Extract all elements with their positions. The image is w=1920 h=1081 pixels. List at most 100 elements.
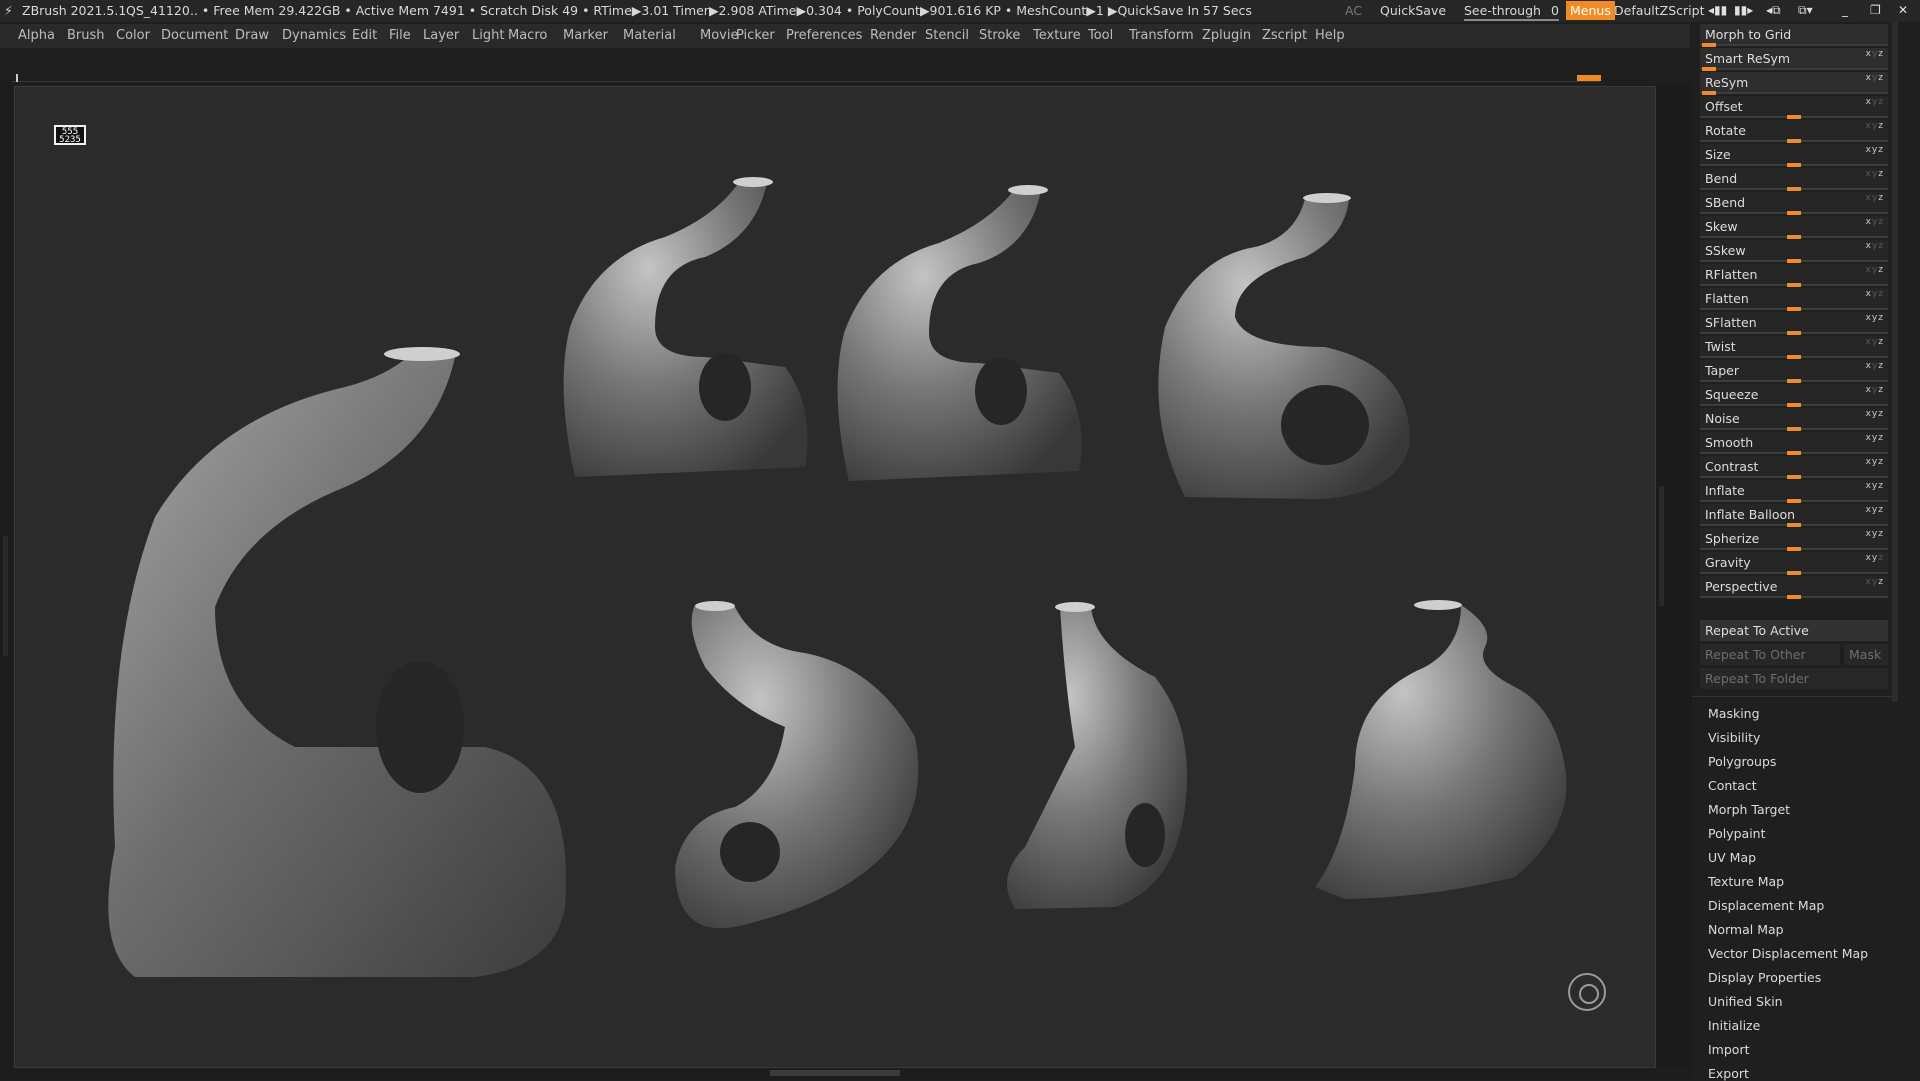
deformer-slider-knob[interactable]: [1787, 163, 1801, 167]
subpalette-normal-map[interactable]: Normal Map: [1708, 922, 1784, 937]
deformer-slider-knob[interactable]: [1787, 283, 1801, 287]
close-icon[interactable]: ✕: [1898, 3, 1908, 17]
deformer-rotate[interactable]: Rotate xyz: [1700, 120, 1888, 143]
deformer-slider-knob[interactable]: [1787, 355, 1801, 359]
deformer-slider-knob[interactable]: [1787, 547, 1801, 551]
repeat-to-other-button[interactable]: Repeat To Other: [1700, 644, 1840, 665]
menus-toggle[interactable]: Menus: [1566, 1, 1615, 20]
deformer-inflate[interactable]: Inflate xyz: [1700, 480, 1888, 503]
deformer-slider-knob[interactable]: [1787, 499, 1801, 503]
deformer-sbend[interactable]: SBend xyz: [1700, 192, 1888, 215]
menu-brush[interactable]: Brush: [67, 28, 105, 43]
menu-layer[interactable]: Layer: [423, 28, 459, 43]
deformer-slider-knob[interactable]: [1787, 571, 1801, 575]
subpalette-initialize[interactable]: Initialize: [1708, 1018, 1760, 1033]
subpalette-masking[interactable]: Masking: [1708, 706, 1760, 721]
panel-scrollbar[interactable]: [1892, 22, 1898, 702]
navigation-gizmo-icon[interactable]: [1568, 973, 1606, 1011]
deformer-skew[interactable]: Skew xyz: [1700, 216, 1888, 239]
subpalette-morph-target[interactable]: Morph Target: [1708, 802, 1790, 817]
deformer-bend[interactable]: Bend xyz: [1700, 168, 1888, 191]
layout-next-icon[interactable]: ▮▮▸: [1734, 3, 1753, 17]
menu-color[interactable]: Color: [116, 28, 150, 43]
deformer-slider-knob[interactable]: [1787, 595, 1801, 599]
axis-toggle-icon[interactable]: xyz: [1866, 97, 1884, 107]
axis-toggle-icon[interactable]: xyz: [1866, 409, 1884, 419]
axis-toggle-icon[interactable]: xyz: [1866, 121, 1884, 131]
subpalette-polygroups[interactable]: Polygroups: [1708, 754, 1776, 769]
menu-transform[interactable]: Transform: [1129, 28, 1194, 43]
left-tray-handle[interactable]: [3, 536, 8, 656]
deformer-slider-knob[interactable]: [1787, 451, 1801, 455]
deformer-slider-knob[interactable]: [1787, 307, 1801, 311]
axis-toggle-icon[interactable]: xyz: [1866, 385, 1884, 395]
deformer-slider-knob[interactable]: [1787, 259, 1801, 263]
deformer-noise[interactable]: Noise xyz: [1700, 408, 1888, 431]
subpalette-import[interactable]: Import: [1708, 1042, 1750, 1057]
menu-draw[interactable]: Draw: [235, 28, 269, 43]
deformer-inflate-balloon[interactable]: Inflate Balloon xyz: [1700, 504, 1888, 527]
deformer-slider-knob[interactable]: [1787, 475, 1801, 479]
subpalette-texture-map[interactable]: Texture Map: [1708, 874, 1784, 889]
repeat-to-folder-button[interactable]: Repeat To Folder: [1700, 668, 1888, 689]
menu-light[interactable]: Light: [472, 28, 504, 43]
menu-tool[interactable]: Tool: [1088, 28, 1113, 43]
deformer-slider-knob[interactable]: [1787, 187, 1801, 191]
menu-picker[interactable]: Picker: [736, 28, 775, 43]
menu-edit[interactable]: Edit: [352, 28, 377, 43]
subpalette-visibility[interactable]: Visibility: [1708, 730, 1760, 745]
mesh-bottom-2[interactable]: [1007, 602, 1187, 909]
subpalette-unified-skin[interactable]: Unified Skin: [1708, 994, 1783, 1009]
menu-zscript[interactable]: Zscript: [1262, 28, 1307, 43]
deformer-perspective[interactable]: Perspective xyz: [1700, 576, 1888, 599]
menu-preferences[interactable]: Preferences: [786, 28, 862, 43]
axis-toggle-icon[interactable]: xyz: [1866, 577, 1884, 587]
axis-toggle-icon[interactable]: xyz: [1866, 49, 1884, 59]
menu-stroke[interactable]: Stroke: [979, 28, 1020, 43]
deformer-slider-knob[interactable]: [1787, 523, 1801, 527]
axis-toggle-icon[interactable]: xyz: [1866, 265, 1884, 275]
menu-stencil[interactable]: Stencil: [925, 28, 969, 43]
menu-movie[interactable]: Movie: [700, 28, 738, 43]
axis-toggle-icon[interactable]: xyz: [1866, 145, 1884, 155]
mesh-top-3[interactable]: [1158, 193, 1410, 499]
subpalette-display-properties[interactable]: Display Properties: [1708, 970, 1821, 985]
menu-alpha[interactable]: Alpha: [18, 28, 55, 43]
canvas-viewport[interactable]: 555 5235: [14, 86, 1656, 1068]
deformer-taper[interactable]: Taper xyz: [1700, 360, 1888, 383]
ac-indicator[interactable]: AC: [1345, 3, 1362, 18]
deformer-spherize[interactable]: Spherize xyz: [1700, 528, 1888, 551]
deformer-offset[interactable]: Offset xyz: [1700, 96, 1888, 119]
mesh-top-2[interactable]: [837, 185, 1082, 481]
row-slider-knob[interactable]: [1702, 43, 1716, 47]
subpalette-export[interactable]: Export: [1708, 1066, 1749, 1081]
axis-toggle-icon[interactable]: xyz: [1866, 433, 1884, 443]
minimize-icon[interactable]: _: [1842, 3, 1848, 17]
axis-toggle-icon[interactable]: xyz: [1866, 217, 1884, 227]
mask-button[interactable]: Mask: [1844, 644, 1888, 665]
menu-render[interactable]: Render: [870, 28, 916, 43]
menu-file[interactable]: File: [389, 28, 411, 43]
mesh-bottom-3[interactable]: [1315, 600, 1567, 899]
axis-toggle-icon[interactable]: xyz: [1866, 361, 1884, 371]
menu-texture[interactable]: Texture: [1033, 28, 1081, 43]
axis-toggle-icon[interactable]: xyz: [1866, 73, 1884, 83]
deformer-slider-knob[interactable]: [1787, 379, 1801, 383]
axis-toggle-icon[interactable]: xyz: [1866, 505, 1884, 515]
row-slider-knob[interactable]: [1702, 91, 1716, 95]
subpalette-uv-map[interactable]: UV Map: [1708, 850, 1756, 865]
smart-resym-button[interactable]: Smart ReSym xyz: [1700, 48, 1888, 71]
quicksave-button[interactable]: QuickSave: [1380, 3, 1446, 18]
axis-toggle-icon[interactable]: xyz: [1866, 529, 1884, 539]
timeline-strip[interactable]: [12, 74, 1601, 82]
deformer-flatten[interactable]: Flatten xyz: [1700, 288, 1888, 311]
axis-toggle-icon[interactable]: xyz: [1866, 553, 1884, 563]
axis-toggle-icon[interactable]: xyz: [1866, 481, 1884, 491]
deformer-rflatten[interactable]: RFlatten xyz: [1700, 264, 1888, 287]
deformer-size[interactable]: Size xyz: [1700, 144, 1888, 167]
morph-to-grid-button[interactable]: Morph to Grid: [1700, 24, 1888, 47]
resym-button[interactable]: ReSym xyz: [1700, 72, 1888, 95]
axis-toggle-icon[interactable]: xyz: [1866, 337, 1884, 347]
deformer-sskew[interactable]: SSkew xyz: [1700, 240, 1888, 263]
timeline-marker[interactable]: [1577, 75, 1601, 81]
